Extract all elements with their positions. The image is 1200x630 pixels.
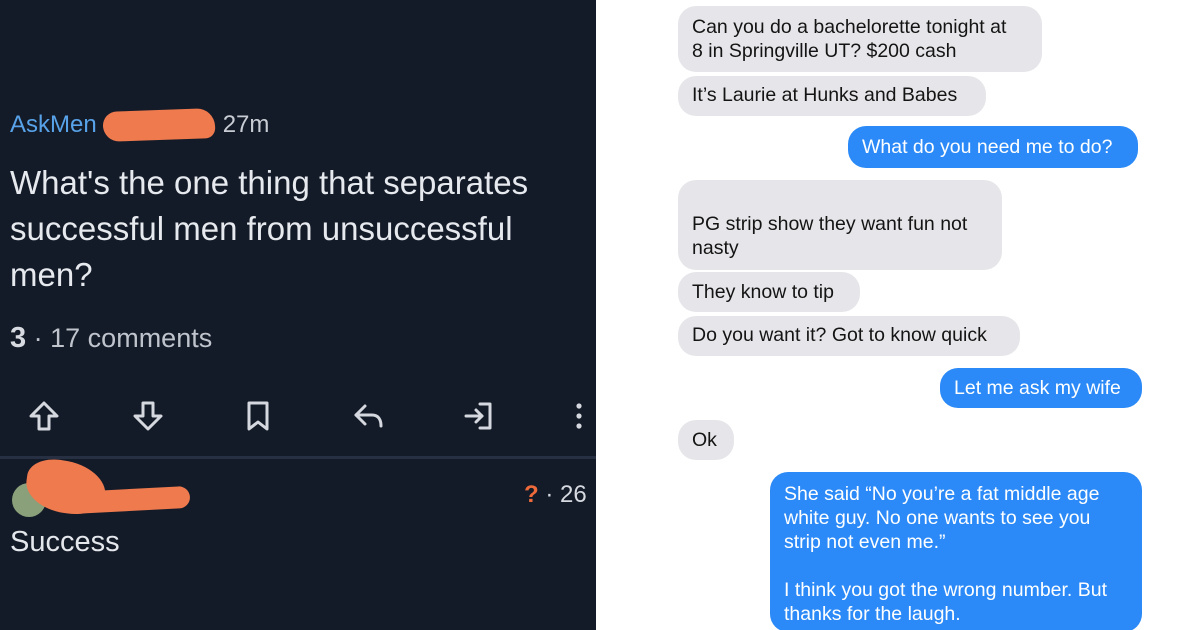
share-icon[interactable]	[454, 392, 502, 440]
message-bubble-incoming[interactable]: Can you do a bachelorette tonight at 8 i…	[678, 6, 1042, 72]
bookmark-icon[interactable]	[234, 392, 282, 440]
comment-header: ? · 26	[10, 455, 596, 525]
comment-count[interactable]: · 17 comments	[34, 323, 213, 353]
message-bubble-incoming[interactable]: It’s Laurie at Hunks and Babes	[678, 76, 986, 116]
post-meta: AskMen 27m	[10, 108, 270, 142]
downvote-icon[interactable]	[124, 392, 172, 440]
message-bubble-incoming[interactable]: They know to tip	[678, 272, 860, 312]
post-stats: 3 · 17 comments	[10, 322, 212, 355]
message-bubble-incoming[interactable]: Do you want it? Got to know quick	[678, 316, 1020, 356]
reply-icon[interactable]	[344, 392, 392, 440]
message-bubble-outgoing[interactable]: What do you need me to do?	[848, 126, 1138, 168]
message-bubble-incoming[interactable]: PG strip show they want fun not nasty	[678, 180, 1002, 270]
comment-vote-symbol: ?	[524, 481, 539, 508]
post-score: 3	[10, 322, 27, 354]
message-bubble-outgoing[interactable]: Let me ask my wife	[940, 368, 1142, 408]
redacted-username	[102, 108, 216, 142]
post-action-bar	[20, 392, 596, 440]
upvote-icon[interactable]	[20, 392, 68, 440]
comment-time: · 26	[545, 481, 587, 508]
message-bubble-outgoing[interactable]: She said “No you’re a fat middle age whi…	[770, 472, 1142, 630]
post-title[interactable]: What's the one thing that separates succ…	[10, 160, 585, 298]
reddit-post-panel: AskMen 27m What's the one thing that sep…	[0, 0, 596, 630]
imessage-panel: Can you do a bachelorette tonight at 8 i…	[596, 0, 1200, 630]
comment-score: ? · 26	[524, 481, 587, 509]
more-vertical-icon[interactable]	[564, 392, 594, 440]
subreddit-link[interactable]: AskMen	[10, 111, 97, 139]
post-time: 27m	[222, 111, 270, 138]
comment-body: Success	[10, 526, 120, 558]
message-bubble-incoming[interactable]: Ok	[678, 420, 734, 460]
